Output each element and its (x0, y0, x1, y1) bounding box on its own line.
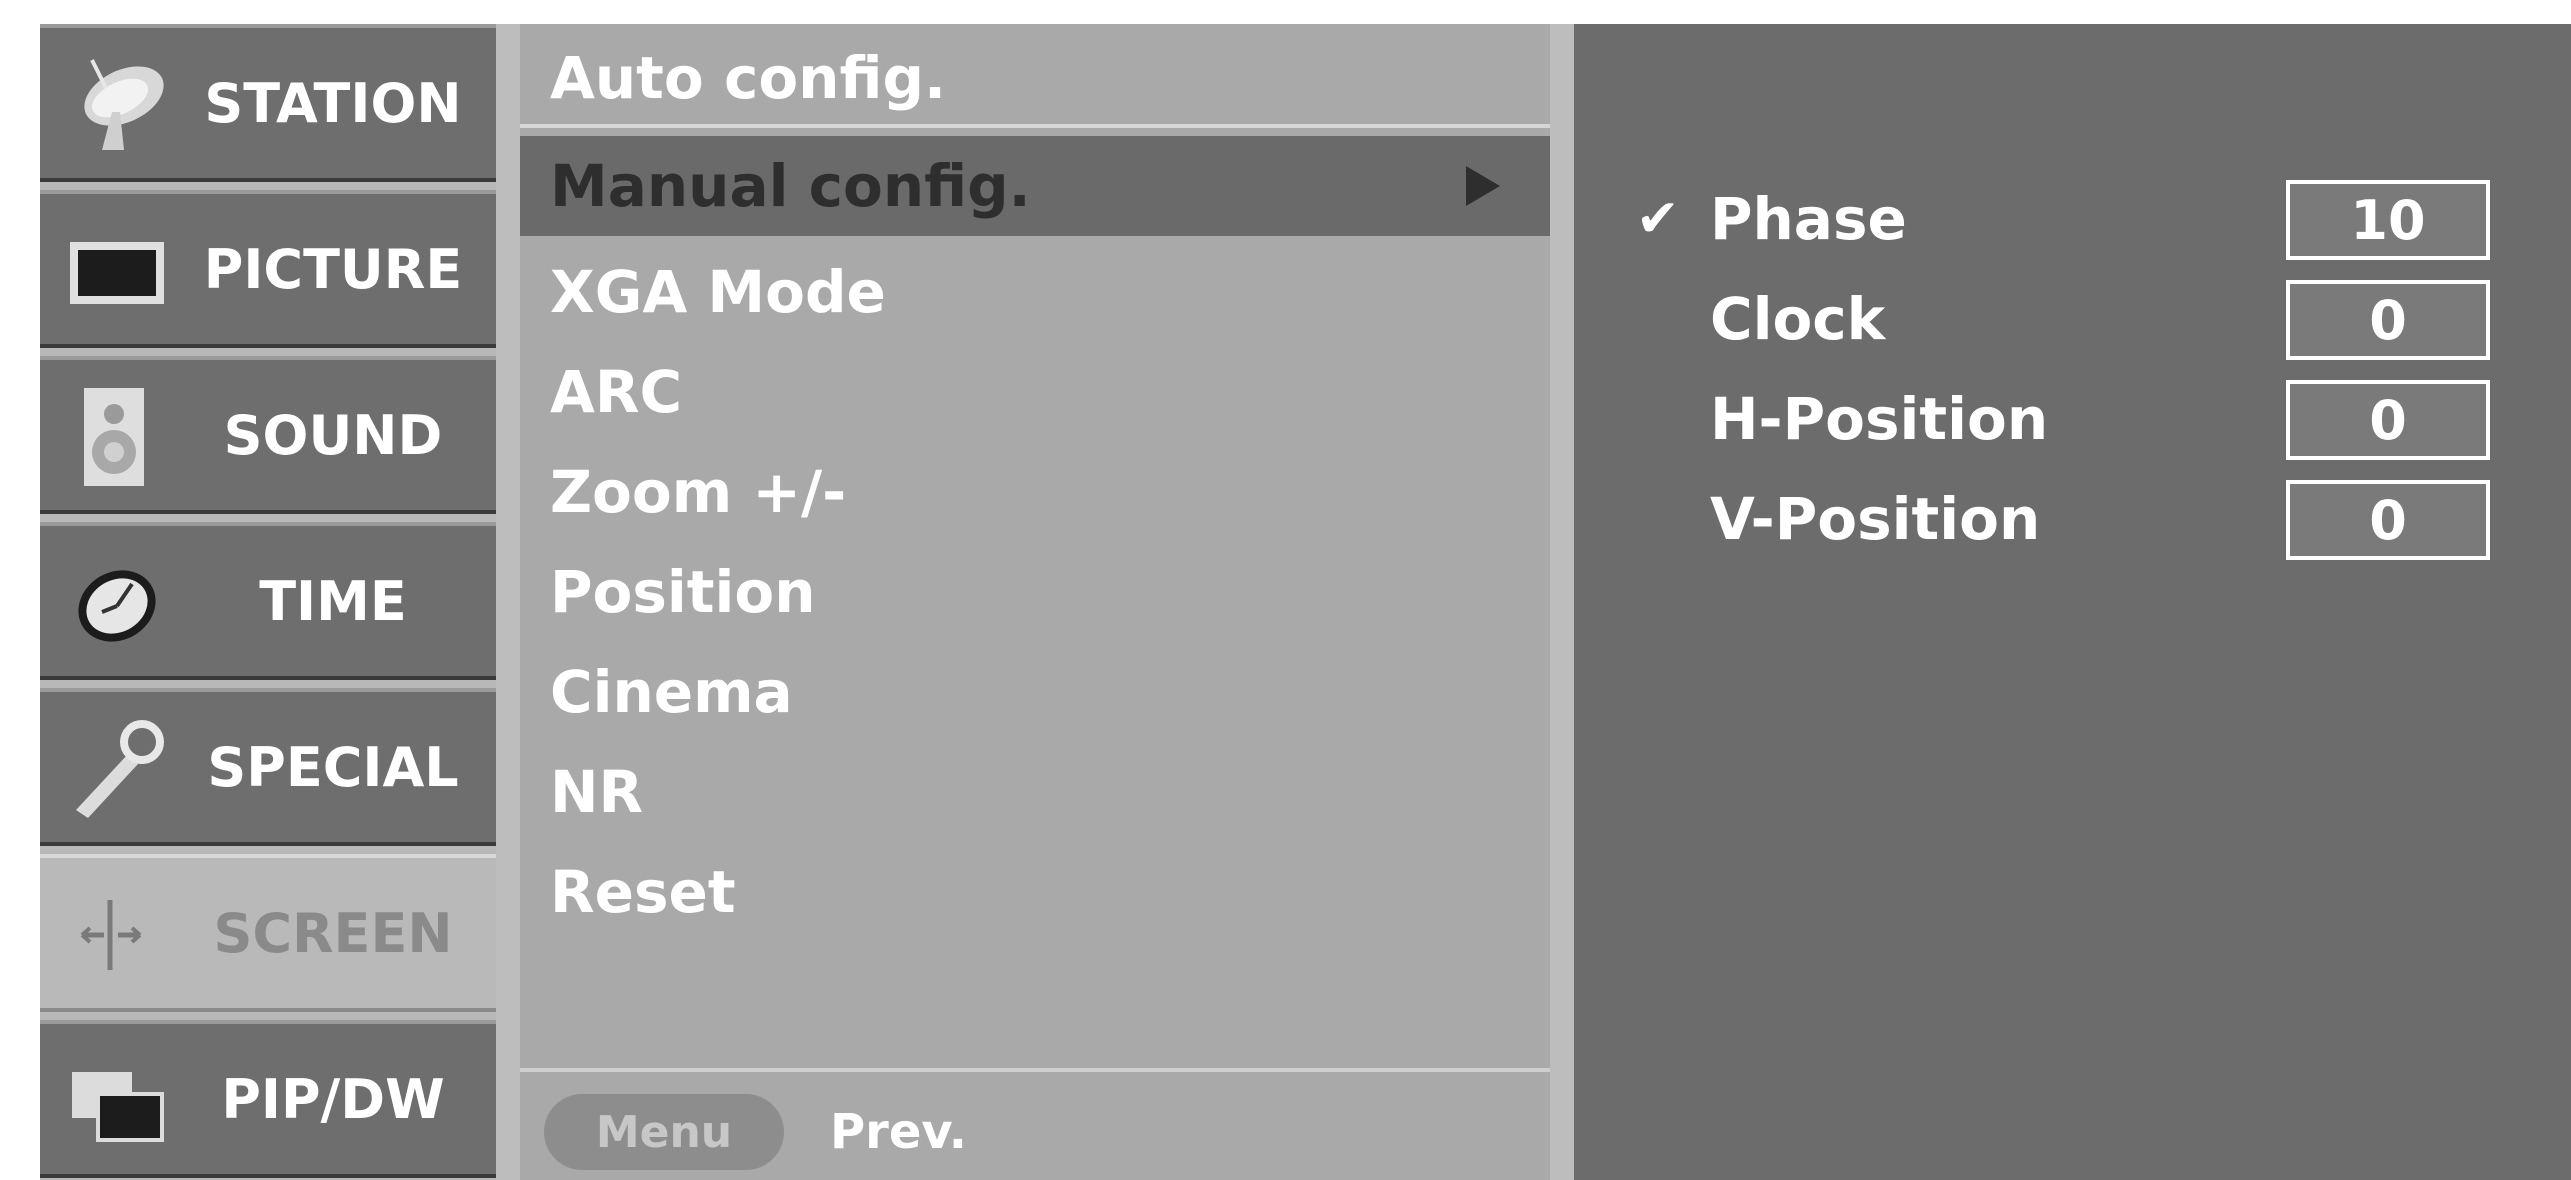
menu-item-zoom[interactable]: Zoom +/- (520, 442, 1550, 542)
category-screen[interactable]: SCREEN (40, 854, 496, 1012)
menu-item-arc[interactable]: ARC (520, 342, 1550, 442)
column-divider (1550, 24, 1574, 1180)
category-label: PICTURE (203, 237, 463, 301)
category-picture[interactable]: PICTURE (40, 190, 496, 348)
setting-value-box[interactable]: 10 (2286, 180, 2490, 260)
screen-adjust-icon (80, 900, 142, 970)
menu-item-position[interactable]: Position (520, 542, 1550, 642)
menu-item-reset[interactable]: Reset (520, 842, 1550, 942)
menu-item-label: Cinema (550, 658, 793, 726)
category-label: SOUND (223, 403, 443, 467)
setting-row-h-position[interactable]: H-Position 0 (1574, 374, 2571, 464)
clock-icon (78, 570, 156, 642)
menu-item-cinema[interactable]: Cinema (520, 642, 1550, 742)
setting-label: H-Position (1710, 385, 2049, 453)
setting-label: V-Position (1710, 485, 2041, 553)
category-label: TIME (259, 569, 407, 633)
menu-item-label: Zoom +/- (550, 458, 847, 526)
category-label: SCREEN (213, 901, 453, 965)
menu-item-label: Reset (550, 858, 736, 926)
screen-submenu: Auto config. Manual config. XGA Mode ARC… (520, 24, 1550, 1180)
setting-row-clock[interactable]: Clock 0 (1574, 274, 2571, 364)
menu-button[interactable]: Menu (544, 1094, 784, 1170)
category-label: SPECIAL (207, 735, 459, 799)
speaker-icon (84, 388, 144, 486)
wrench-icon (76, 720, 164, 818)
category-sound[interactable]: SOUND (40, 356, 496, 514)
setting-value-box[interactable]: 0 (2286, 480, 2490, 560)
menu-item-label: Position (550, 558, 816, 626)
menu-item-label: Manual config. (550, 152, 1031, 220)
category-station[interactable]: STATION (40, 24, 496, 182)
category-pip-dw[interactable]: PIP/DW (40, 1020, 496, 1178)
menu-item-label: ARC (550, 358, 683, 426)
menu-item-xga-mode[interactable]: XGA Mode (520, 242, 1550, 342)
manual-config-panel: ✔ Phase 10 Clock 0 H-Position 0 V-Positi… (1574, 24, 2571, 1180)
category-label: PIP/DW (221, 1067, 445, 1131)
menu-item-label: Auto config. (550, 44, 947, 112)
setting-value-box[interactable]: 0 (2286, 380, 2490, 460)
column-divider (496, 24, 520, 1180)
pip-windows-icon (72, 1072, 164, 1142)
menu-item-manual-config[interactable]: Manual config. (520, 136, 1550, 236)
category-label: STATION (204, 71, 462, 135)
category-special[interactable]: SPECIAL (40, 688, 496, 846)
satellite-dish-icon (84, 59, 164, 150)
setting-label: Clock (1710, 285, 1886, 353)
category-time[interactable]: TIME (40, 522, 496, 680)
tv-osd-menu: STATION PICTURE SOUND TIME SPECIAL SCREE… (40, 24, 2571, 1180)
navigation-hint-bar: Menu Prev. (520, 1068, 1550, 1180)
menu-item-label: XGA Mode (550, 258, 886, 326)
check-icon: ✔ (1636, 189, 1680, 249)
setting-label: Phase (1710, 185, 1907, 253)
setting-row-phase[interactable]: ✔ Phase 10 (1574, 174, 2571, 264)
tv-screen-icon (70, 242, 164, 304)
submenu-arrow-icon (1466, 166, 1500, 206)
menu-item-nr[interactable]: NR (520, 742, 1550, 842)
menu-item-auto-config[interactable]: Auto config. (520, 32, 1550, 128)
setting-row-v-position[interactable]: V-Position 0 (1574, 474, 2571, 564)
prev-label: Prev. (830, 1104, 968, 1160)
menu-item-label: NR (550, 758, 644, 826)
setting-value-box[interactable]: 0 (2286, 280, 2490, 360)
